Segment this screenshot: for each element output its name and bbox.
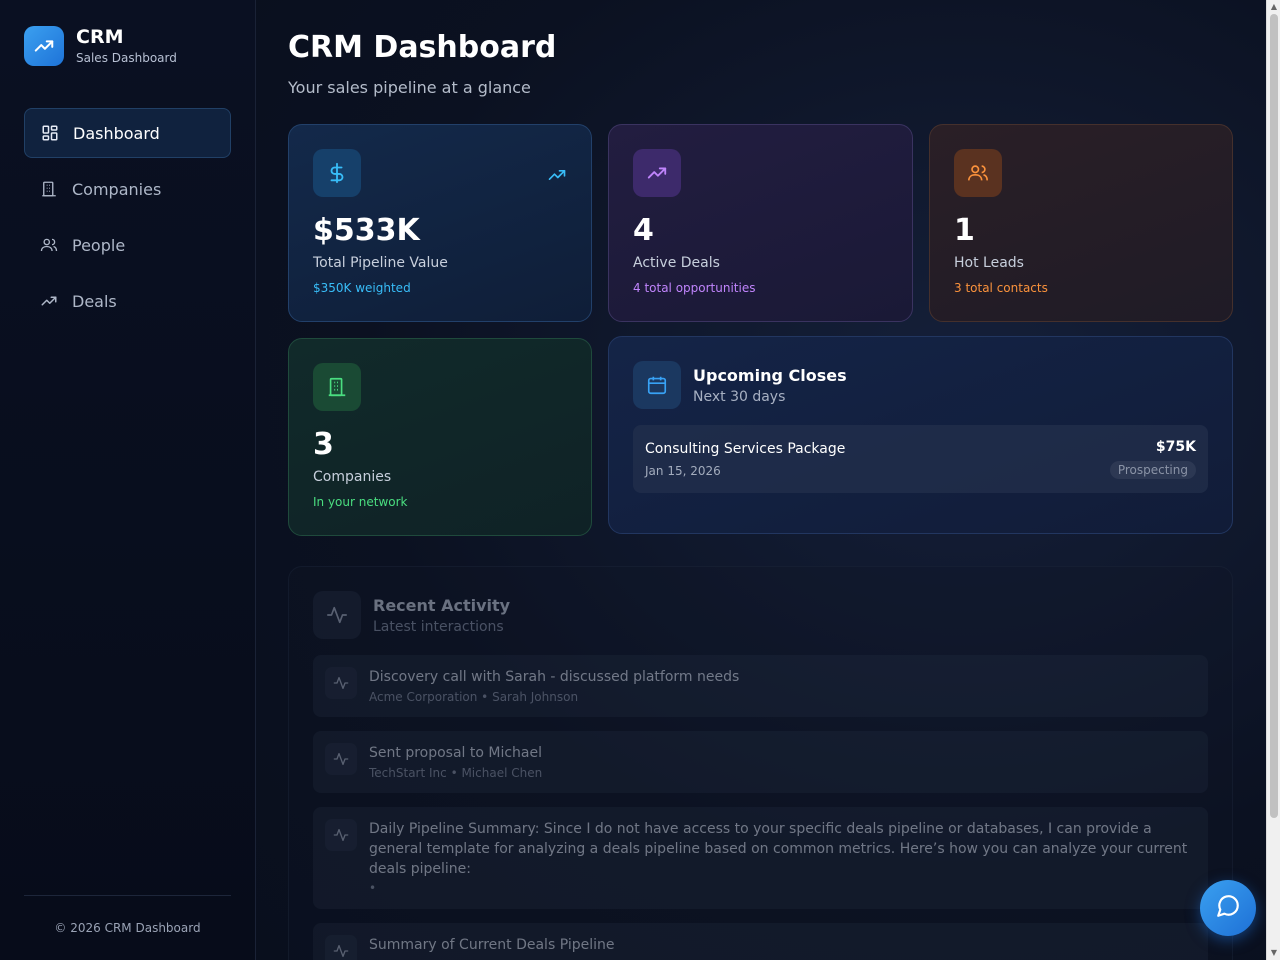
activity-pulse-icon bbox=[325, 935, 357, 960]
activity-item-meta: • bbox=[369, 881, 377, 895]
deal-date: Jan 15, 2026 bbox=[645, 464, 721, 478]
building-icon bbox=[40, 179, 60, 199]
activity-pulse-icon bbox=[325, 667, 357, 699]
activity-item-meta: Acme Corporation • Sarah Johnson bbox=[369, 690, 579, 704]
upcoming-closes-card: Upcoming Closes Next 30 days Consulting … bbox=[608, 336, 1233, 534]
stat-value: 1 bbox=[954, 213, 975, 248]
stat-note: In your network bbox=[313, 495, 408, 509]
stat-card-pipeline[interactable]: $533K Total Pipeline Value $350K weighte… bbox=[288, 124, 592, 322]
activity-item-title: Daily Pipeline Summary: Since I do not h… bbox=[369, 821, 1188, 877]
brand-subtitle: Sales Dashboard bbox=[76, 51, 177, 65]
activity-pulse-icon bbox=[325, 819, 357, 851]
activity-item[interactable]: Summary of Current Deals Pipeline bbox=[313, 923, 1208, 960]
calendar-icon bbox=[633, 361, 681, 409]
stat-card-deals[interactable]: 4 Active Deals 4 total opportunities bbox=[608, 124, 913, 322]
trend-up-icon bbox=[40, 291, 60, 311]
deal-name: Consulting Services Package bbox=[645, 441, 846, 457]
stat-note: 4 total opportunities bbox=[633, 281, 756, 295]
dollar-icon bbox=[313, 149, 361, 197]
brand-title: CRM bbox=[76, 26, 124, 48]
scrollbar-thumb[interactable] bbox=[1270, 14, 1278, 818]
stat-value: 4 bbox=[633, 213, 654, 248]
page-subtitle: Your sales pipeline at a glance bbox=[288, 78, 531, 97]
chat-button[interactable] bbox=[1200, 880, 1256, 936]
sidebar: CRM Sales Dashboard Dashboard Companies … bbox=[0, 0, 256, 960]
stat-label: Active Deals bbox=[633, 255, 720, 271]
sidebar-item-dashboard[interactable]: Dashboard bbox=[24, 108, 231, 158]
stat-card-companies[interactable]: 3 Companies In your network bbox=[288, 338, 592, 536]
sidebar-item-label: People bbox=[72, 235, 126, 255]
dashboard-grid-icon bbox=[41, 123, 61, 143]
sidebar-item-label: Dashboard bbox=[73, 123, 160, 143]
sidebar-item-companies[interactable]: Companies bbox=[24, 164, 231, 214]
scroll-up-arrow-icon[interactable]: ▲ bbox=[1270, 3, 1278, 11]
activity-pulse-icon bbox=[313, 591, 361, 639]
trend-up-icon bbox=[24, 26, 64, 66]
trend-up-icon bbox=[547, 165, 567, 189]
activity-item-title: Summary of Current Deals Pipeline bbox=[369, 937, 615, 953]
deal-stage-badge: Prospecting bbox=[1109, 461, 1196, 479]
page-title: CRM Dashboard bbox=[288, 30, 557, 65]
stat-label: Total Pipeline Value bbox=[313, 255, 448, 271]
chat-bubble-icon bbox=[1215, 893, 1241, 923]
stat-note: 3 total contacts bbox=[954, 281, 1048, 295]
trend-up-icon bbox=[633, 149, 681, 197]
recent-activity-card: Recent Activity Latest interactions Disc… bbox=[288, 566, 1233, 960]
stat-note: $350K weighted bbox=[313, 281, 411, 295]
people-icon bbox=[954, 149, 1002, 197]
upcoming-deal-row[interactable]: Consulting Services Package Jan 15, 2026… bbox=[633, 425, 1208, 493]
page-scrollbar[interactable]: ▲ ▼ bbox=[1266, 0, 1280, 960]
stat-label: Hot Leads bbox=[954, 255, 1024, 271]
activity-subtitle: Latest interactions bbox=[373, 618, 504, 635]
sidebar-nav: Dashboard Companies People Deals bbox=[24, 108, 231, 332]
activity-item[interactable]: Discovery call with Sarah - discussed pl… bbox=[313, 655, 1208, 717]
activity-item[interactable]: Sent proposal to Michael TechStart Inc •… bbox=[313, 731, 1208, 793]
stat-label: Companies bbox=[313, 469, 392, 485]
upcoming-title: Upcoming Closes bbox=[693, 365, 847, 385]
stat-value: $533K bbox=[313, 213, 420, 248]
sidebar-footer: © 2026 CRM Dashboard bbox=[24, 895, 231, 960]
activity-item-meta: TechStart Inc • Michael Chen bbox=[369, 766, 543, 780]
brand[interactable]: CRM Sales Dashboard bbox=[24, 26, 177, 66]
sidebar-item-label: Companies bbox=[72, 179, 162, 199]
sidebar-item-people[interactable]: People bbox=[24, 220, 231, 270]
upcoming-subtitle: Next 30 days bbox=[693, 388, 786, 405]
activity-pulse-icon bbox=[325, 743, 357, 775]
activity-item-title: Discovery call with Sarah - discussed pl… bbox=[369, 669, 740, 685]
sidebar-item-deals[interactable]: Deals bbox=[24, 276, 231, 326]
stat-value: 3 bbox=[313, 427, 334, 462]
scroll-down-arrow-icon[interactable]: ▼ bbox=[1270, 949, 1278, 957]
deal-value: $75K bbox=[1155, 439, 1196, 455]
sidebar-item-label: Deals bbox=[72, 291, 117, 311]
activity-item[interactable]: Daily Pipeline Summary: Since I do not h… bbox=[313, 807, 1208, 909]
stat-card-leads[interactable]: 1 Hot Leads 3 total contacts bbox=[929, 124, 1233, 322]
people-icon bbox=[40, 235, 60, 255]
main-content: CRM Dashboard Your sales pipeline at a g… bbox=[256, 0, 1266, 960]
activity-item-title: Sent proposal to Michael bbox=[369, 745, 543, 761]
building-icon bbox=[313, 363, 361, 411]
activity-title: Recent Activity bbox=[373, 595, 511, 615]
